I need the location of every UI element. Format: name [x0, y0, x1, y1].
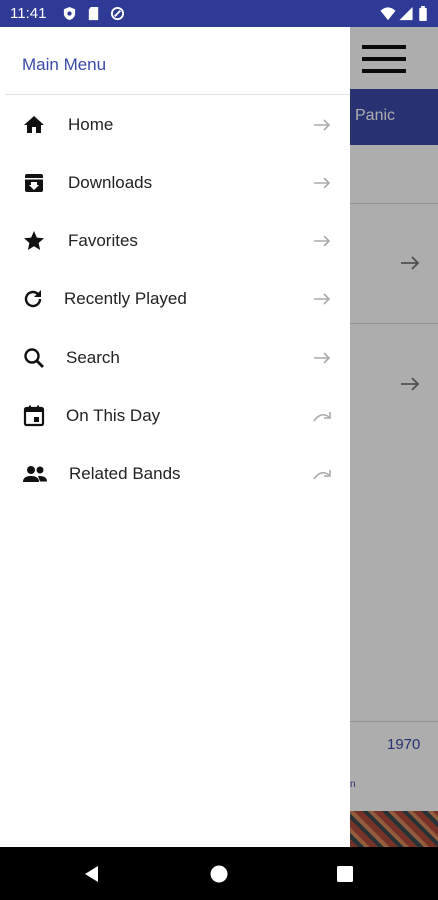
arrow-right-icon [314, 235, 331, 247]
signal-icon [399, 6, 413, 21]
drawer-title: Main Menu [22, 55, 107, 74]
drawer-divider [5, 94, 350, 95]
drawer-item-related-bands[interactable]: Related Bands [0, 445, 350, 503]
drawer-item-label: Related Bands [69, 464, 181, 483]
calendar-icon [23, 405, 45, 427]
arrow-right-icon [314, 293, 331, 305]
drawer-item-label: Search [66, 348, 120, 367]
drawer-item-downloads[interactable]: Downloads [0, 154, 350, 212]
drawer-item-search[interactable]: Search [0, 329, 350, 387]
refresh-icon [24, 290, 42, 308]
drawer-item-favorites[interactable]: Favorites [0, 212, 350, 270]
download-box-icon [25, 174, 43, 192]
arrow-right-icon [314, 119, 331, 131]
sd-card-icon [88, 6, 99, 21]
system-nav-bar [0, 847, 438, 900]
recents-icon[interactable] [335, 864, 355, 884]
drawer-item-label: Recently Played [64, 289, 187, 308]
back-icon[interactable] [82, 864, 102, 884]
home-circle-icon[interactable] [209, 864, 229, 884]
status-bar: 11:41 [0, 0, 438, 27]
search-icon [24, 348, 44, 368]
star-icon [24, 231, 44, 250]
shield-icon [63, 6, 76, 21]
drawer-item-on-this-day[interactable]: On This Day [0, 387, 350, 445]
drawer-item-label: On This Day [66, 406, 161, 425]
arrow-right-icon [314, 352, 331, 364]
people-icon [23, 466, 47, 482]
arrow-right-icon [314, 177, 331, 189]
status-time: 11:41 [10, 5, 47, 22]
data-saver-icon [110, 6, 125, 21]
drawer-item-home[interactable]: Home [0, 96, 350, 154]
redo-icon [313, 470, 331, 480]
drawer-item-label: Downloads [68, 173, 153, 192]
battery-icon [419, 6, 427, 21]
drawer-item-label: Favorites [68, 231, 138, 250]
home-icon [24, 116, 44, 133]
navigation-drawer: Main Menu Home Downloads Favorites Recen… [0, 27, 350, 847]
redo-icon [313, 412, 331, 422]
drawer-item-recently-played[interactable]: Recently Played [0, 270, 350, 328]
drawer-item-label: Home [68, 115, 114, 134]
wifi-icon [380, 7, 396, 21]
